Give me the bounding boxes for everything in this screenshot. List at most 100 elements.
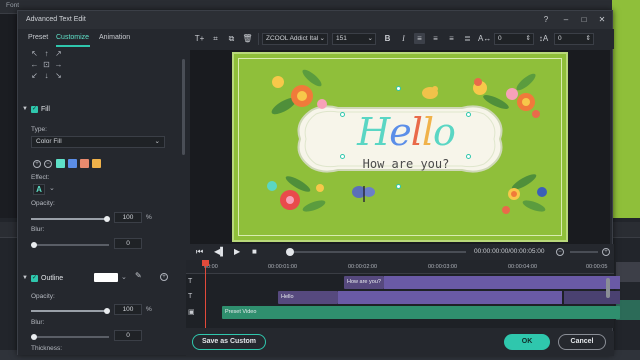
bold-button[interactable]: B — [382, 33, 393, 44]
align-right-icon[interactable]: → — [54, 60, 63, 69]
slider-knob[interactable] — [31, 334, 37, 340]
tab-customize[interactable]: Customize — [56, 34, 89, 41]
resize-handle[interactable] — [396, 184, 401, 189]
slider-fill — [31, 310, 107, 312]
timeline-clip-how-are-you[interactable]: How are you? — [344, 276, 384, 289]
timeline-clip-hello-tail[interactable] — [564, 291, 620, 304]
preview-canvas[interactable]: Hello How are you? — [190, 50, 610, 246]
zoom-out-icon[interactable]: − — [556, 248, 564, 256]
text-track-icon: T — [188, 278, 193, 285]
save-as-custom-button[interactable]: Save as Custom — [192, 334, 266, 350]
panel-scrollbar[interactable] — [182, 59, 185, 155]
outline-collapse-icon[interactable]: ▼ — [22, 275, 28, 281]
fill-blur-value[interactable]: 0 — [114, 238, 142, 249]
align-bottom-right-icon[interactable]: ↘ — [54, 71, 63, 80]
align-center-icon[interactable]: ≡ — [430, 33, 441, 44]
outline-color-swatch[interactable] — [94, 273, 118, 282]
close-icon[interactable]: ✕ — [596, 14, 608, 26]
ruler-tick: 00:00:01:00 — [268, 264, 298, 270]
align-top-right-icon[interactable]: ↗ — [54, 49, 63, 58]
playback-progress[interactable] — [290, 251, 466, 253]
outline-opacity-slider[interactable] — [31, 308, 110, 314]
duplicate-icon[interactable]: ⧉ — [226, 33, 237, 44]
fill-collapse-icon[interactable]: ▼ — [22, 106, 28, 112]
outline-blur-value[interactable]: 0 — [114, 330, 142, 341]
stepper-icon: ⇕ — [525, 35, 531, 42]
letter-spacing-input[interactable]: 0 ⇕ — [494, 33, 534, 45]
justify-icon[interactable]: ≣ — [462, 33, 473, 44]
fill-checkbox[interactable]: ✓ — [31, 106, 38, 113]
resize-handle[interactable] — [340, 154, 345, 159]
help-icon[interactable]: ? — [540, 14, 552, 26]
add-text-icon[interactable]: T+ — [194, 33, 205, 44]
play-icon[interactable]: ▶ — [234, 247, 240, 256]
font-dropdown[interactable]: ZCOOL Addict Ital ⌄ — [262, 33, 328, 45]
zoom-in-icon[interactable]: + — [602, 248, 610, 256]
timeline-scrollbar[interactable] — [606, 278, 610, 298]
timeline-ruler[interactable]: 00:00 00:00:01:00 00:00:02:00 00:00:03:0… — [186, 260, 614, 274]
timeline-clip-hello[interactable]: Hello — [278, 291, 338, 304]
outline-blur-slider[interactable] — [31, 334, 109, 340]
eyedropper-icon[interactable]: ✎ — [135, 271, 142, 280]
cancel-button[interactable]: Cancel — [558, 334, 606, 350]
maximize-icon[interactable]: □ — [578, 14, 590, 26]
align-left-icon[interactable]: ≡ — [414, 33, 425, 44]
resize-handle[interactable] — [466, 154, 471, 159]
align-top-icon[interactable]: ↑ — [42, 49, 51, 58]
align-right-icon[interactable]: ≡ — [446, 33, 457, 44]
add-color-icon[interactable]: + — [33, 160, 41, 168]
align-bottom-left-icon[interactable]: ↙ — [30, 71, 39, 80]
align-left-icon[interactable]: ← — [30, 60, 39, 69]
resize-handle[interactable] — [466, 112, 471, 117]
italic-button[interactable]: I — [398, 33, 409, 44]
minimize-icon[interactable]: – — [560, 14, 572, 26]
previous-frame-icon[interactable]: ⏮ — [196, 247, 203, 257]
slider-knob[interactable] — [104, 308, 110, 314]
effect-style-icon[interactable]: A — [33, 184, 45, 195]
timecode: 00:00:00:00/00:00:05:00 — [474, 248, 545, 255]
outline-opacity-value[interactable]: 100 — [114, 304, 142, 315]
timeline-clip-how-are-you-body[interactable] — [384, 276, 620, 289]
tab-animation[interactable]: Animation — [99, 34, 130, 41]
outline-checkbox[interactable]: ✓ — [31, 275, 38, 282]
crop-icon[interactable]: ⌗ — [210, 33, 221, 44]
resize-handle[interactable] — [340, 112, 345, 117]
font-size-dropdown[interactable]: 151 ⌄ — [332, 33, 376, 45]
color-swatch[interactable] — [92, 159, 101, 168]
chevron-down-icon[interactable]: ⌄ — [121, 273, 127, 281]
line-height-input[interactable]: 0 ⇕ — [554, 33, 594, 45]
fill-blur-slider[interactable] — [31, 242, 109, 248]
line-height-icon[interactable]: ↕A — [538, 33, 549, 44]
stop-icon[interactable]: ■ — [252, 247, 257, 256]
align-center-icon[interactable]: ⊡ — [42, 60, 51, 69]
fill-type-dropdown[interactable]: Color Fill ⌄ — [31, 136, 165, 148]
delete-icon[interactable]: 🗑 — [242, 33, 253, 44]
timeline-clip-preset-video[interactable]: Preset Video — [222, 306, 620, 319]
step-back-icon[interactable]: ◀▌ — [214, 247, 226, 256]
timeline-clip-hello-body[interactable] — [338, 291, 562, 304]
ok-button[interactable]: OK — [504, 334, 550, 350]
playback-knob[interactable] — [286, 248, 294, 256]
tab-bar: Preset Customize Animation — [18, 29, 186, 49]
slider-knob[interactable] — [104, 216, 110, 222]
tab-preset[interactable]: Preset — [28, 34, 48, 41]
add-outline-icon[interactable]: + — [160, 273, 168, 281]
slider-fill — [31, 218, 107, 220]
slider-knob[interactable] — [31, 242, 37, 248]
subtitle-text[interactable]: How are you? — [344, 157, 468, 171]
color-swatch[interactable] — [80, 159, 89, 168]
playhead[interactable] — [205, 260, 206, 328]
rotate-handle[interactable] — [396, 86, 401, 91]
align-bottom-icon[interactable]: ↓ — [42, 71, 51, 80]
remove-color-icon[interactable]: − — [44, 160, 52, 168]
hello-text[interactable]: Hello — [346, 112, 466, 152]
letter-spacing-icon[interactable]: A↔ — [478, 33, 491, 44]
color-swatch[interactable] — [56, 159, 65, 168]
align-top-left-icon[interactable]: ↖ — [30, 49, 39, 58]
fill-opacity-value[interactable]: 100 — [114, 212, 142, 223]
fill-opacity-slider[interactable] — [31, 216, 110, 222]
zoom-slider[interactable] — [570, 251, 598, 253]
color-swatch[interactable] — [68, 159, 77, 168]
chevron-down-icon[interactable]: ⌄ — [49, 184, 55, 192]
letter-spacing-value: 0 — [498, 35, 502, 42]
